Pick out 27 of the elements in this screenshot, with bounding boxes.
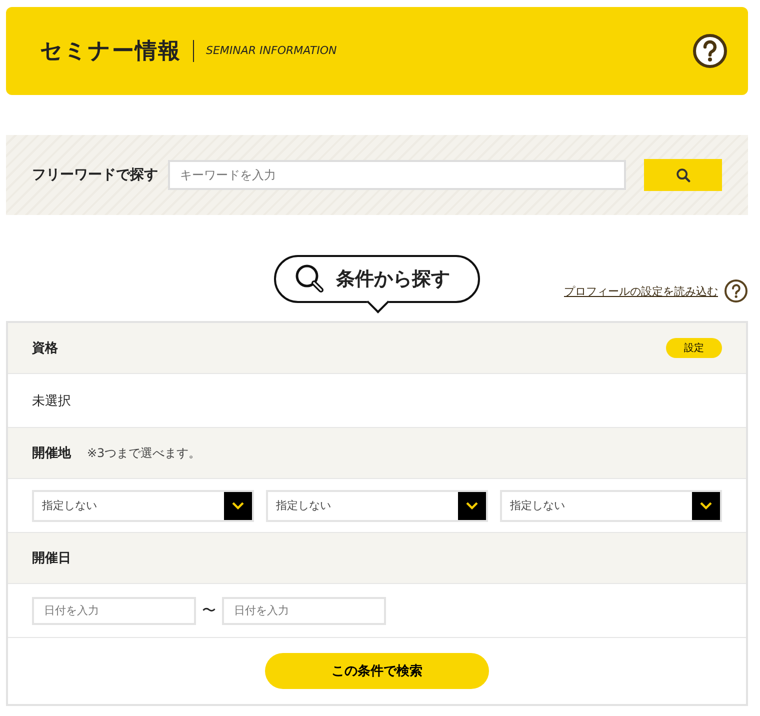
conditions-title: 条件から探す <box>336 267 450 292</box>
keyword-field[interactable]: キーワードを入力 <box>168 160 626 190</box>
chevron-down-icon <box>699 500 713 510</box>
help-icon[interactable] <box>724 279 748 303</box>
page-subtitle: SEMINAR INFORMATION <box>193 40 337 62</box>
page-title: セミナー情報 <box>40 38 181 66</box>
help-icon[interactable] <box>692 33 728 69</box>
settings-button[interactable]: 設定 <box>666 338 722 358</box>
venue-note: ※3つまで選べます。 <box>87 444 201 462</box>
qualification-value: 未選択 <box>32 392 71 410</box>
venue-select[interactable]: 指定しない <box>32 490 254 522</box>
search-icon <box>676 168 690 182</box>
freeword-label: フリーワードで探す <box>32 166 158 184</box>
submit-search-button[interactable]: この条件で検索 <box>265 653 489 689</box>
chevron-down-icon <box>465 500 479 510</box>
end-date-field[interactable]: 日付を入力 <box>222 596 386 624</box>
venue-select[interactable]: 指定しない <box>266 490 488 522</box>
range-separator: 〜 <box>202 602 216 620</box>
venue-label: 開催地 <box>32 445 71 462</box>
search-icon <box>294 263 326 295</box>
search-button[interactable] <box>644 159 722 191</box>
date-label: 開催日 <box>32 550 71 567</box>
chevron-down-icon <box>231 500 245 510</box>
venue-select[interactable]: 指定しない <box>500 490 722 522</box>
start-date-field[interactable]: 日付を入力 <box>32 596 196 624</box>
qualification-label: 資格 <box>32 340 58 357</box>
profile-load-link[interactable]: プロフィールの設定を読み込む <box>564 284 718 298</box>
